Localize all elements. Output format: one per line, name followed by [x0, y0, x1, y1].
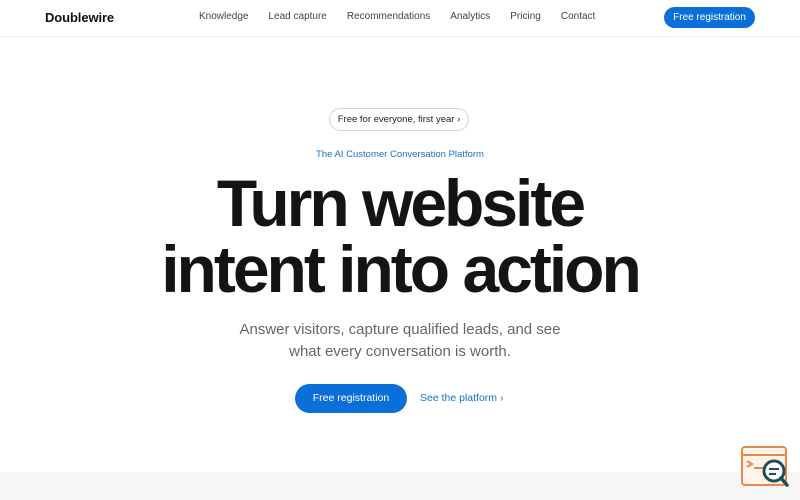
headline-line-2: intent into action [161, 232, 642, 306]
hero-headline: Turn website intent into action [0, 170, 800, 302]
next-section-band [0, 472, 800, 500]
logo[interactable]: Doublewire [45, 10, 114, 25]
subhead-line-1: Answer visitors, capture qualified leads… [239, 321, 561, 338]
search-chat-icon-graphic [741, 446, 789, 487]
main-nav: Knowledge Lead capture Recommendations A… [199, 11, 595, 22]
nav-item-lead-capture[interactable]: Lead capture [268, 11, 326, 22]
hero-subhead: Answer visitors, capture qualified leads… [0, 319, 800, 363]
hero-register-button[interactable]: Free registration [295, 384, 407, 413]
header-divider [0, 36, 800, 37]
nav-item-recommendations[interactable]: Recommendations [347, 11, 430, 22]
header-register-button[interactable]: Free registration [664, 7, 755, 28]
header: Doublewire Knowledge Lead capture Recomm… [0, 0, 800, 36]
search-chat-icon[interactable] [741, 446, 789, 488]
nav-item-contact[interactable]: Contact [561, 11, 595, 22]
nav-item-pricing[interactable]: Pricing [510, 11, 541, 22]
subhead-line-2: what every conversation is worth. [289, 343, 511, 360]
headline-line-1: Turn website [216, 166, 586, 240]
promo-pill[interactable]: Free for everyone, first year › [329, 108, 469, 131]
nav-item-analytics[interactable]: Analytics [450, 11, 490, 22]
page: Doublewire Knowledge Lead capture Recomm… [0, 0, 800, 500]
hero-eyebrow: The AI Customer Conversation Platform [316, 149, 484, 160]
nav-item-knowledge[interactable]: Knowledge [199, 11, 248, 22]
see-platform-link[interactable]: See the platform › [420, 392, 503, 404]
